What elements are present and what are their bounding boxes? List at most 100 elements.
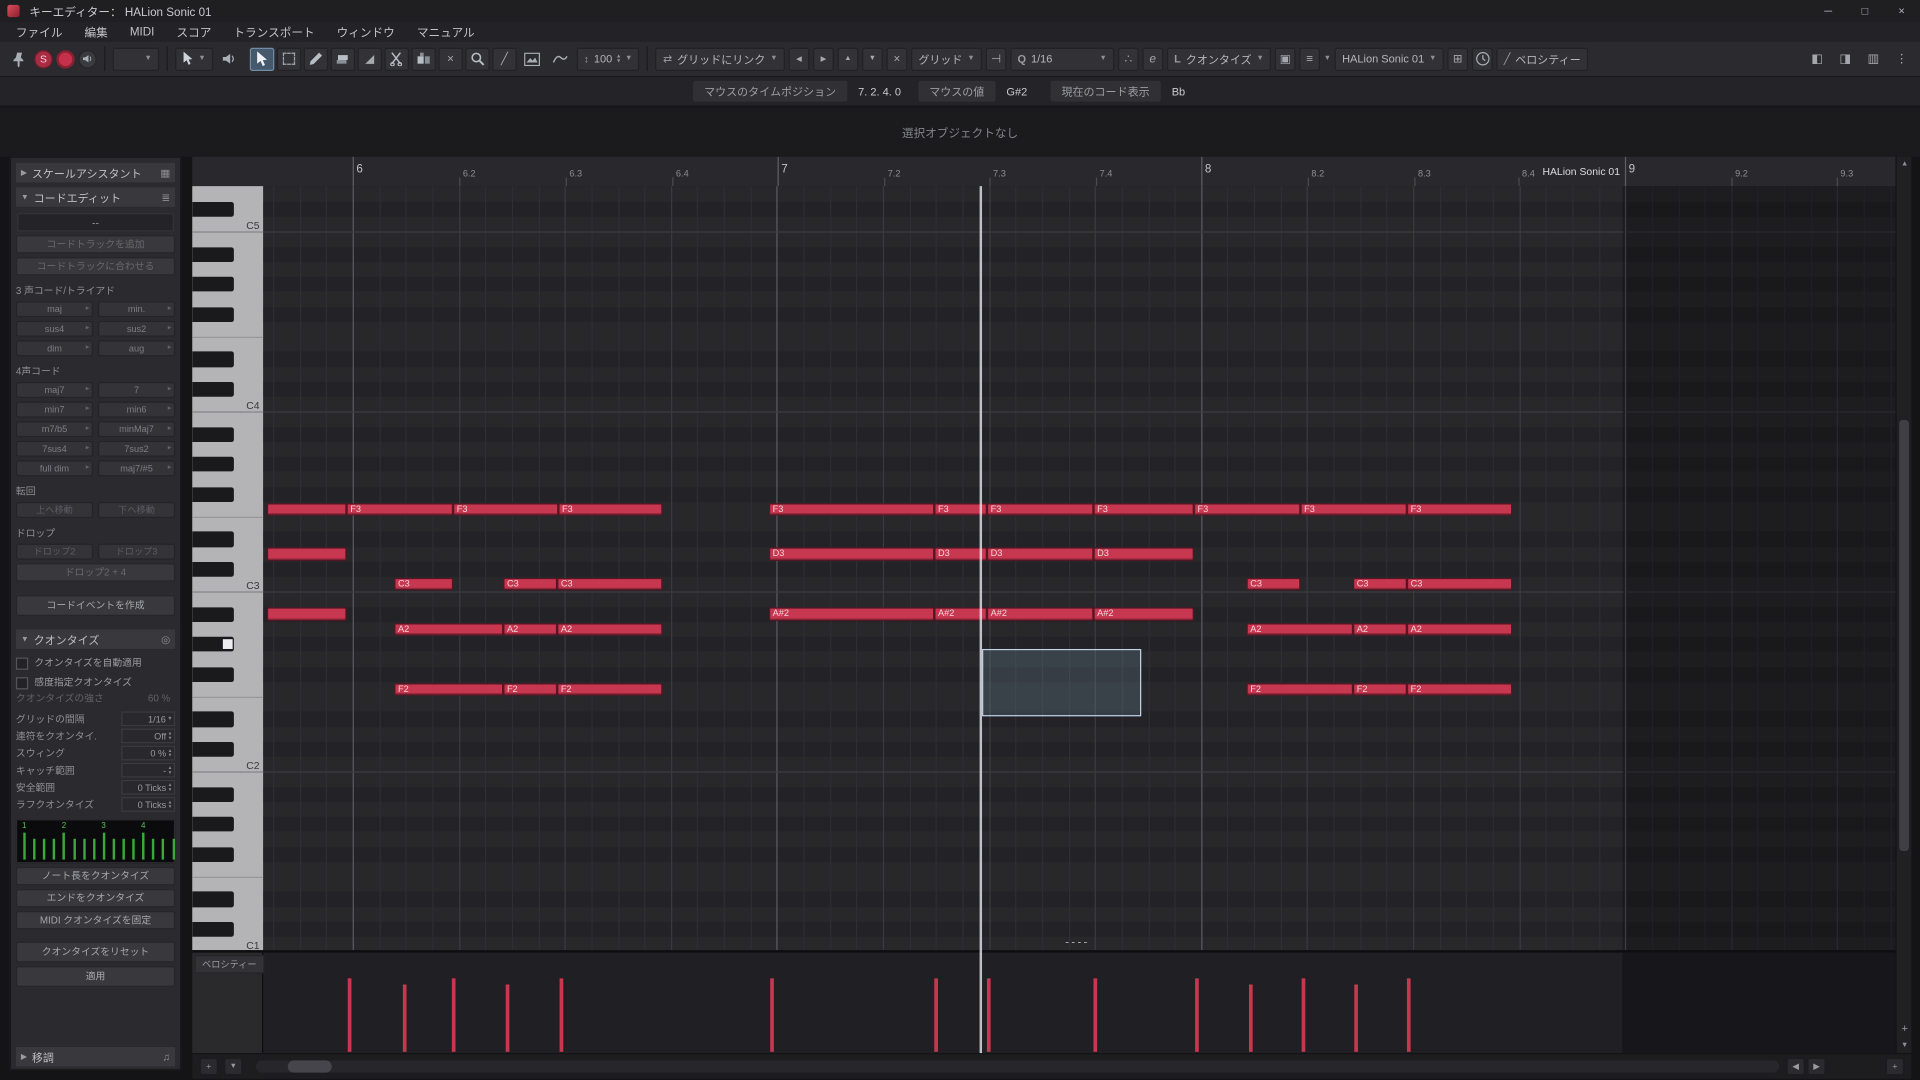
midi-note[interactable]: F3	[453, 503, 558, 516]
piano-key-black[interactable]	[192, 487, 234, 502]
event-color-dropdown[interactable]: ╱ ベロシティー	[1496, 47, 1588, 70]
setting-value[interactable]: 0 Ticks▴▾	[121, 780, 175, 795]
chord-button-m7/b5[interactable]: m7/b5▸	[16, 421, 93, 437]
chord-button-sus2[interactable]: sus2▸	[98, 321, 175, 337]
midi-note[interactable]: A2	[1247, 623, 1354, 636]
midi-note[interactable]: F3	[558, 503, 662, 516]
chord-button-full dim[interactable]: full dim▸	[16, 460, 93, 476]
close-button[interactable]: ×	[1883, 0, 1920, 22]
quantize-ends-button[interactable]: エンドをクオンタイズ	[16, 889, 175, 907]
part-options-arrow-icon[interactable]: ▼	[1324, 55, 1331, 62]
chord-button-min7[interactable]: min7▸	[16, 402, 93, 418]
object-selection-mode-dropdown[interactable]: ▼	[175, 47, 213, 70]
velocity-bar[interactable]	[1195, 978, 1199, 1051]
quantize-preset-dropdown[interactable]: Q 1/16 ▼	[1010, 47, 1114, 70]
midi-note[interactable]: F2	[503, 683, 557, 696]
midi-note[interactable]: F3	[1093, 503, 1193, 516]
midi-note[interactable]: A2	[557, 623, 662, 636]
menu-item-1[interactable]: 編集	[73, 22, 118, 42]
snap-toggle-button[interactable]: ×	[886, 47, 907, 70]
midi-note[interactable]: F2	[1407, 683, 1512, 696]
insert-velocity-combo[interactable]: ↕ 100 ▴▾ ▼	[577, 47, 640, 70]
nudge-up-button[interactable]: ▲	[838, 47, 859, 70]
piano-key-black[interactable]	[192, 922, 234, 937]
piano-key-black[interactable]	[192, 382, 234, 397]
curve-display-button[interactable]	[549, 47, 573, 70]
velocity-bar[interactable]	[452, 978, 456, 1051]
add-chord-track-button[interactable]: コードトラックを追加	[16, 235, 175, 253]
audition-icon[interactable]	[217, 47, 241, 70]
reset-quantize-button[interactable]: クオンタイズをリセット	[16, 942, 175, 963]
midi-note[interactable]: C3	[1407, 578, 1512, 591]
midi-note[interactable]: C3	[1247, 578, 1301, 591]
midi-note[interactable]: A#2	[987, 608, 1094, 621]
nudge-down-button[interactable]: ▼	[862, 47, 883, 70]
setting-value[interactable]: -▴▾	[121, 763, 175, 778]
active-part-dropdown[interactable]: HALion Sonic 01 ▼	[1335, 47, 1444, 70]
scroll-right-button[interactable]: ▶	[1807, 1058, 1825, 1075]
midi-note[interactable]	[267, 608, 347, 621]
menu-item-0[interactable]: ファイル	[5, 22, 74, 42]
piano-key-black[interactable]	[192, 247, 234, 262]
midi-note[interactable]	[267, 548, 347, 561]
erase-tool[interactable]	[331, 47, 355, 70]
soft-quantize-checkbox[interactable]: 感度指定クオンタイズ	[16, 676, 175, 689]
midi-note[interactable]: A2	[394, 623, 503, 636]
chord-button-下へ移動[interactable]: 下へ移動	[98, 502, 175, 518]
menu-item-6[interactable]: マニュアル	[406, 22, 486, 42]
nudge-right-button[interactable]: ▶	[813, 47, 834, 70]
velocity-bar[interactable]	[934, 978, 938, 1051]
piano-key-black[interactable]	[192, 277, 234, 292]
velocity-bar[interactable]	[1407, 978, 1411, 1051]
velocity-bar[interactable]	[403, 984, 407, 1051]
mute-tool[interactable]: ×	[438, 47, 462, 70]
horizontal-scrollbar[interactable]: + ▼ ◀ ▶ +	[192, 1054, 1911, 1078]
piano-key-black[interactable]	[192, 742, 234, 757]
velocity-lane[interactable]: ベロシティー	[192, 950, 1895, 1053]
ruler[interactable]: 66.26.36.477.27.37.488.28.38.499.29.3HAL…	[192, 157, 1895, 188]
pin-icon[interactable]	[6, 47, 30, 70]
piano-key-black[interactable]	[192, 427, 234, 442]
zoom-in-button[interactable]: +	[1886, 1058, 1904, 1075]
vertical-scrollbar[interactable]: ▲ + ▼	[1896, 157, 1912, 1053]
drop-2-4-button[interactable]: ドロップ2 + 4	[16, 563, 175, 581]
create-chord-event-button[interactable]: コードイベントを作成	[16, 595, 175, 616]
zoom-preset-dropdown[interactable]: ▼	[224, 1058, 242, 1075]
range-select-tool[interactable]	[277, 47, 301, 70]
menu-item-2[interactable]: MIDI	[119, 22, 166, 42]
edit-active-part-button[interactable]: ≡	[1299, 47, 1320, 70]
zoom-tool[interactable]	[465, 47, 489, 70]
solo-editor-button[interactable]: S	[34, 50, 52, 68]
show-lower-zone-button[interactable]: ◨	[1833, 47, 1857, 70]
setting-value[interactable]: 0 Ticks▴▾	[121, 797, 175, 812]
chord-button-dim[interactable]: dim▸	[16, 340, 93, 356]
midi-note[interactable]: F2	[557, 683, 662, 696]
piano-key-black[interactable]	[192, 532, 234, 547]
piano-keyboard[interactable]: C1C2C3C4C5	[192, 186, 264, 950]
length-quantize-link-dropdown[interactable]: ⇄ グリッドにリンク ▼	[656, 47, 785, 70]
piano-key-black[interactable]	[192, 562, 234, 577]
midi-note[interactable]: F2	[394, 683, 503, 696]
spin-down-icon[interactable]: ▾	[617, 59, 620, 65]
midi-note[interactable]: C3	[503, 578, 557, 591]
section-transpose[interactable]: ▶ 移調 ♫	[15, 1046, 177, 1068]
midi-note[interactable]: A2	[1353, 623, 1407, 636]
piano-key-black[interactable]	[192, 202, 234, 217]
velocity-bar[interactable]	[770, 978, 774, 1051]
midi-note[interactable]: A#2	[769, 608, 934, 621]
line-tool[interactable]: ╱	[492, 47, 516, 70]
nudge-left-button[interactable]: ◀	[789, 47, 810, 70]
vertical-scroll-thumb[interactable]	[1899, 420, 1909, 851]
chord-button-ドロップ3[interactable]: ドロップ3	[98, 544, 175, 560]
minimize-button[interactable]: ─	[1810, 0, 1847, 22]
piano-key-black[interactable]	[192, 307, 234, 322]
split-tool[interactable]	[384, 47, 408, 70]
midi-note[interactable]: C3	[557, 578, 662, 591]
piano-key-black[interactable]	[192, 607, 234, 622]
midi-input-button[interactable]	[1472, 47, 1493, 70]
glue-tool[interactable]	[411, 47, 435, 70]
piano-key-black[interactable]	[192, 817, 234, 832]
midi-note[interactable]: F3	[1407, 503, 1512, 516]
midi-note[interactable]: D3	[769, 548, 934, 561]
color-display-button[interactable]	[520, 47, 544, 70]
